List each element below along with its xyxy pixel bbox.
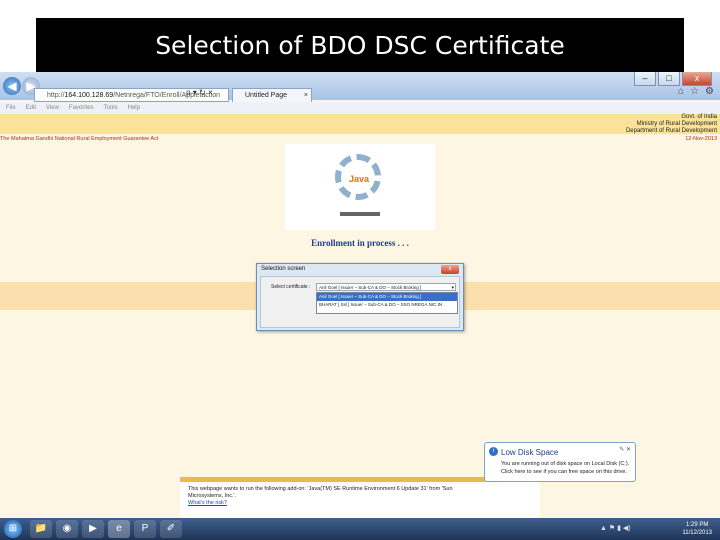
header-date: 12-Nov-2013: [685, 136, 717, 142]
window-controls: – □ x: [634, 72, 712, 86]
certificate-selected-value: Anil Goel [ Issuer – Sub-CA & DO – Stock…: [319, 285, 422, 290]
java-loading-logo: Java: [285, 144, 435, 230]
menu-view[interactable]: View: [46, 102, 59, 114]
certificate-option[interactable]: Anil Goel [ Issuer – Sub-CA & DO – Stock…: [317, 293, 457, 301]
whats-the-risk-link[interactable]: What's the risk?: [188, 500, 227, 506]
address-prefix: http://: [47, 92, 65, 99]
certificate-select[interactable]: Anil Goel [ Issuer – Sub-CA & DO – Stock…: [316, 283, 456, 291]
app-p-icon[interactable]: P: [134, 520, 156, 538]
menu-edit[interactable]: Edit: [26, 102, 36, 114]
start-button[interactable]: ⊞: [4, 520, 22, 538]
logo-base: [340, 212, 380, 216]
page-header-band: Govt. of India Ministry of Rural Develop…: [0, 114, 720, 134]
clock-time: 1:29 PM: [686, 522, 709, 528]
chrome-icon[interactable]: ◉: [56, 520, 78, 538]
address-controls[interactable]: ρ ▾ ↻ ×: [186, 88, 213, 97]
home-icon[interactable]: ⌂: [678, 86, 684, 97]
menu-favorites[interactable]: Favorites: [69, 102, 94, 114]
browser-right-icons: ⌂ ☆ ⚙: [678, 86, 714, 97]
info-icon: i: [489, 447, 498, 456]
maximize-button[interactable]: □: [658, 72, 680, 86]
menu-help[interactable]: Help: [128, 102, 140, 114]
select-certificate-label: Select certificate :: [271, 284, 311, 290]
menu-file[interactable]: File: [6, 102, 16, 114]
system-tray-icons[interactable]: ▲ ⚑ ▮ ◀): [600, 524, 631, 532]
balloon-message: You are running out of disk space on Loc…: [501, 461, 630, 475]
clock-date: 11/12/2013: [682, 530, 712, 536]
act-name: The Mahatma Gandhi National Rural Employ…: [0, 136, 159, 142]
certificate-option[interactable]: BHARAT [ Ssl ] Issuer – Sub-CA & DO – SS…: [317, 301, 457, 309]
back-icon[interactable]: ◀: [3, 77, 21, 95]
addon-info-bar: This webpage wants to run the following …: [180, 477, 540, 524]
low-disk-space-balloon[interactable]: i Low Disk Space ✎ ✕ You are running out…: [484, 442, 636, 482]
settings-gear-icon[interactable]: ⚙: [705, 86, 714, 97]
close-window-button[interactable]: x: [682, 72, 712, 86]
balloon-controls[interactable]: ✎ ✕: [619, 446, 631, 453]
certificate-options: Anil Goel [ Issuer – Sub-CA & DO – Stock…: [316, 292, 458, 314]
govt-line: Department of Rural Development: [625, 128, 717, 134]
address-host: 164.100.128.69: [64, 92, 114, 99]
taskbar: ⊞ 📁 ◉ ▶ e P ✐ ▲ ⚑ ▮ ◀) 1:29 PM 11/12/201…: [0, 518, 720, 540]
slide-title: Selection of BDO DSC Certificate: [36, 18, 684, 72]
favorites-icon[interactable]: ☆: [690, 86, 699, 97]
minimize-button[interactable]: –: [634, 72, 656, 86]
tab-label: Untitled Page: [245, 92, 288, 99]
dialog-close-button[interactable]: x: [441, 265, 459, 274]
media-player-icon[interactable]: ▶: [82, 520, 104, 538]
internet-explorer-icon[interactable]: e: [108, 520, 130, 538]
tab-untitled-page[interactable]: Untitled Page ×: [232, 88, 312, 102]
addon-message: This webpage wants to run the following …: [188, 486, 453, 499]
dialog-title: Selection screen: [261, 266, 306, 272]
govt-line: Govt. of India: [681, 114, 717, 120]
clock[interactable]: 1:29 PM 11/12/2013: [682, 521, 712, 537]
act-line: The Mahatma Gandhi National Rural Employ…: [0, 136, 720, 142]
govt-line: Ministry of Rural Development: [636, 121, 717, 127]
dialog-body: Select certificate : Anil Goel [ Issuer …: [260, 276, 460, 328]
enrollment-status: Enrollment in process . . .: [311, 238, 409, 248]
explorer-icon[interactable]: 📁: [30, 520, 52, 538]
selection-dialog: Selection screen x Select certificate : …: [256, 263, 464, 331]
menu-tools[interactable]: Tools: [104, 102, 118, 114]
govt-block: Govt. of India Ministry of Rural Develop…: [626, 114, 717, 135]
tab-close-icon[interactable]: ×: [304, 89, 308, 103]
menu-bar: File Edit View Favorites Tools Help: [0, 102, 720, 114]
chevron-down-icon[interactable]: ▾: [451, 284, 454, 290]
java-cup-icon: Java: [349, 174, 370, 184]
browser-toolbar: ◀ ▶ http://164.100.128.69/Netnrega/FTO/E…: [0, 72, 720, 102]
browser-screenshot: ◀ ▶ http://164.100.128.69/Netnrega/FTO/E…: [0, 72, 720, 540]
balloon-title: Low Disk Space: [501, 448, 559, 457]
paint-icon[interactable]: ✐: [160, 520, 182, 538]
